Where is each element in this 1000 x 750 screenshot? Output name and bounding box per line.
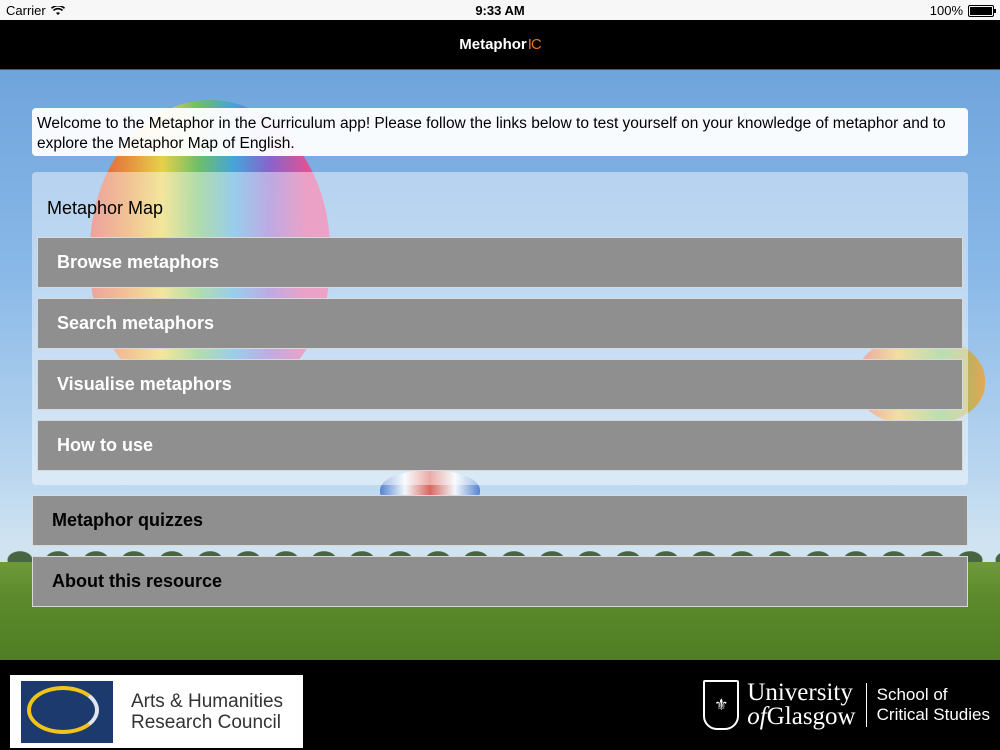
ahrc-line-1: Arts & Humanities bbox=[131, 690, 284, 712]
metaphor-quizzes-button[interactable]: Metaphor quizzes bbox=[32, 495, 968, 546]
button-label: Browse metaphors bbox=[57, 252, 220, 272]
search-metaphors-button[interactable]: Search metaphors bbox=[37, 298, 963, 349]
uog-line-2: ofGlasgow bbox=[747, 703, 856, 730]
university-crest-icon: ⚜ bbox=[703, 680, 740, 730]
about-this-resource-button[interactable]: About this resource bbox=[32, 556, 968, 607]
button-label: How to use bbox=[57, 435, 154, 455]
metaphor-map-title: Metaphor Map bbox=[47, 198, 164, 218]
battery-percent: 100% bbox=[929, 3, 963, 18]
how-to-use-button[interactable]: How to use bbox=[37, 420, 963, 471]
school-line-2: Critical Studies bbox=[876, 705, 990, 724]
status-bar: Carrier 9:33 AM 100% bbox=[0, 0, 1000, 20]
ahrc-name: Arts & Humanities Research Council bbox=[131, 691, 283, 733]
uog-line-1: University bbox=[747, 679, 853, 706]
navigation-bar: MetaphorIC bbox=[0, 20, 1000, 70]
button-label: About this resource bbox=[52, 571, 223, 591]
ahrc-line-2: Research Council bbox=[131, 711, 281, 733]
battery-icon bbox=[968, 4, 996, 17]
button-label: Search metaphors bbox=[57, 313, 215, 333]
ahrc-emblem-icon bbox=[21, 680, 113, 743]
ahrc-ring-shape bbox=[27, 685, 99, 734]
university-name: University ofGlasgow bbox=[747, 679, 856, 730]
visualise-metaphors-button[interactable]: Visualise metaphors bbox=[37, 359, 963, 410]
app-logo-mark-icon: IC bbox=[527, 36, 542, 53]
button-label: Metaphor quizzes bbox=[52, 510, 204, 530]
school-name: School of Critical Studies bbox=[877, 685, 990, 725]
welcome-message: Welcome to the Metaphor in the Curriculu… bbox=[32, 108, 968, 156]
app-title-text: Metaphor bbox=[459, 36, 527, 53]
button-label: Visualise metaphors bbox=[57, 374, 232, 394]
status-time: 9:33 AM bbox=[475, 3, 525, 18]
metaphor-map-panel: Metaphor Map Browse metaphors Search met… bbox=[32, 172, 968, 485]
status-right: 100% bbox=[929, 3, 996, 18]
browse-metaphors-button[interactable]: Browse metaphors bbox=[37, 237, 963, 288]
ahrc-logo: Arts & Humanities Research Council bbox=[10, 675, 303, 748]
footer: Arts & Humanities Research Council ⚜ Uni… bbox=[0, 660, 1000, 750]
school-line-1: School of bbox=[876, 685, 948, 704]
uog-glasgow: Glasgow bbox=[766, 703, 856, 730]
uog-of: of bbox=[747, 703, 767, 730]
logo-divider bbox=[865, 683, 867, 727]
app-title: MetaphorIC bbox=[0, 36, 1000, 53]
university-of-glasgow-logo: ⚜ University ofGlasgow School of Critica… bbox=[703, 674, 990, 736]
